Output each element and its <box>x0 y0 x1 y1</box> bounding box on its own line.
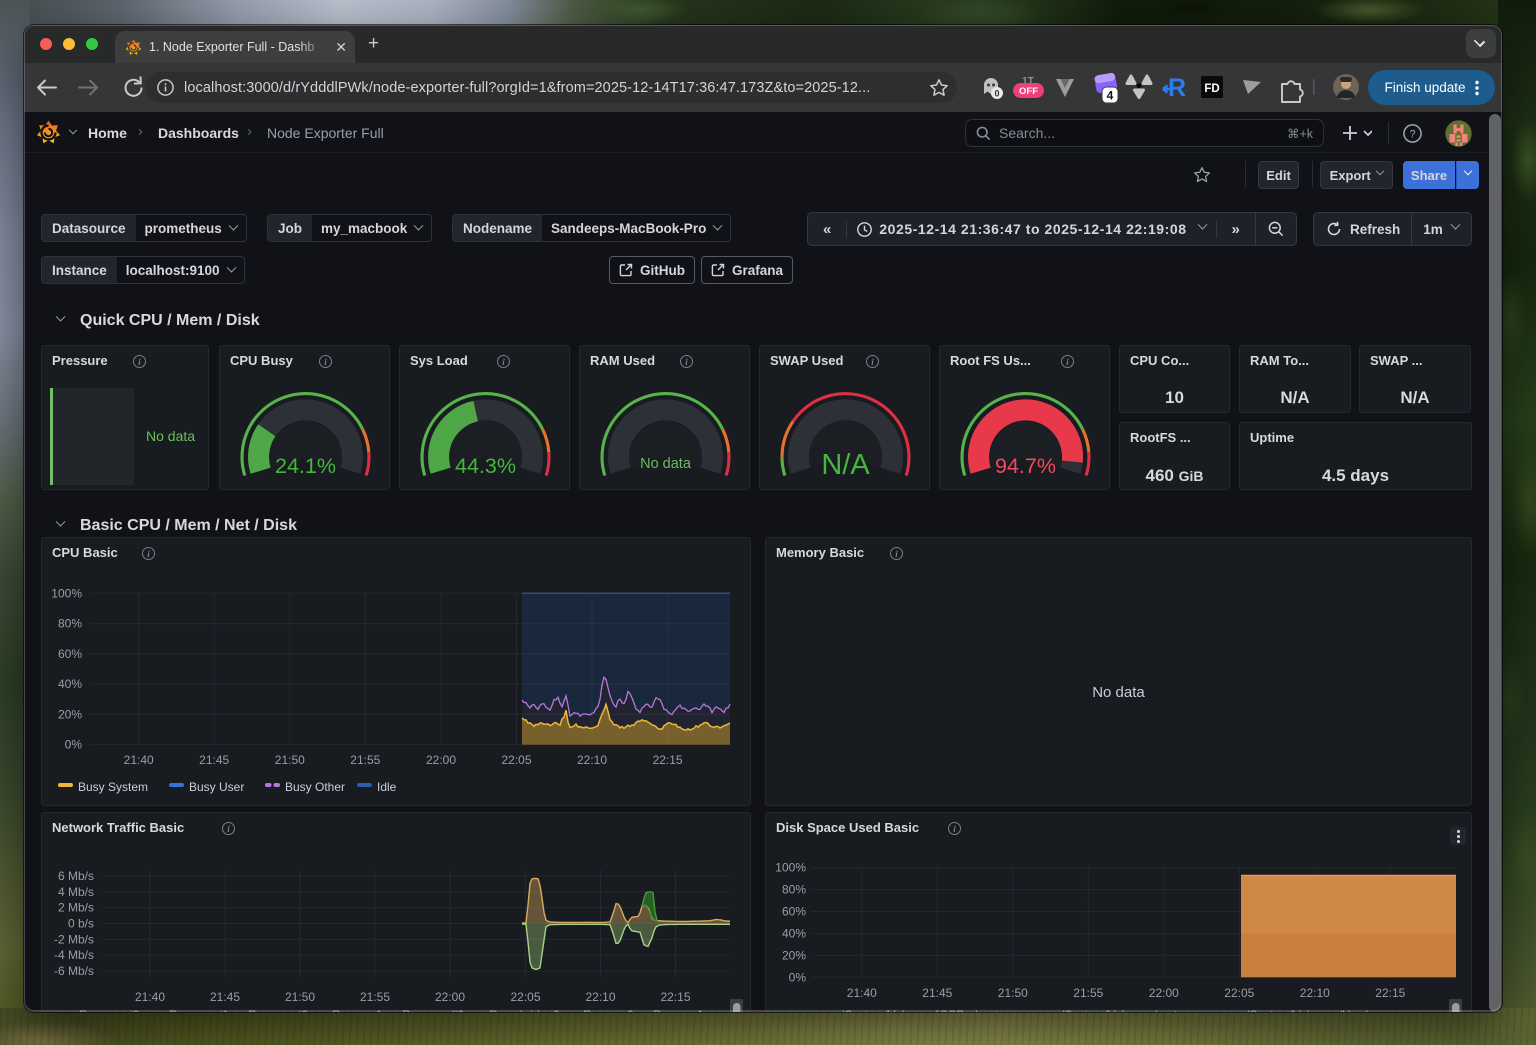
svg-text:94.7%: 94.7% <box>995 454 1056 478</box>
svg-text:R: R <box>1168 74 1186 102</box>
svg-text:22:05: 22:05 <box>510 990 540 1004</box>
svg-text:22:15: 22:15 <box>1375 986 1405 1000</box>
svg-text:FD: FD <box>1204 83 1219 95</box>
svg-text:Idle: Idle <box>377 780 397 794</box>
svg-text:Recv anpi2: Recv anpi2 <box>79 1008 139 1012</box>
svg-text:OFF: OFF <box>1019 86 1038 97</box>
svg-text:/System/Volumes/xarts: /System/Volumes/xarts <box>1061 1008 1183 1012</box>
svg-text:22:15: 22:15 <box>660 990 690 1004</box>
svg-text:80%: 80% <box>782 883 806 897</box>
svg-text:22:00: 22:00 <box>1149 986 1179 1000</box>
svg-text:24.1%: 24.1% <box>275 454 336 478</box>
svg-text:22:10: 22:10 <box>1300 986 1330 1000</box>
svg-text:Recv anpi1: Recv anpi1 <box>169 1008 229 1012</box>
svg-text:Recv awdl0: Recv awdl0 <box>402 1008 464 1012</box>
svg-text:22:05: 22:05 <box>1224 986 1254 1000</box>
svg-text:21:50: 21:50 <box>285 990 315 1004</box>
svg-text:0%: 0% <box>789 970 807 984</box>
svg-text:-2 Mb/s: -2 Mb/s <box>54 932 94 946</box>
svg-text:21:55: 21:55 <box>1073 986 1103 1000</box>
svg-text:21:40: 21:40 <box>135 990 165 1004</box>
svg-text:/System/Volumes/iSCPreboot: /System/Volumes/iSCPreboot <box>841 1008 999 1012</box>
svg-text:40%: 40% <box>782 927 806 941</box>
svg-text:21:45: 21:45 <box>199 753 229 767</box>
svg-text:22:05: 22:05 <box>501 753 531 767</box>
svg-text:-6 Mb/s: -6 Mb/s <box>54 964 94 978</box>
svg-text:40%: 40% <box>58 677 82 691</box>
svg-text:21:50: 21:50 <box>275 753 305 767</box>
svg-text:20%: 20% <box>782 948 806 962</box>
svg-text:Recv en1: Recv en1 <box>332 1008 383 1012</box>
svg-text:Recv bridge0: Recv bridge0 <box>489 1008 560 1012</box>
svg-text:Recv en2: Recv en2 <box>583 1008 634 1012</box>
svg-text:4: 4 <box>1107 89 1114 103</box>
svg-text:-4 Mb/s: -4 Mb/s <box>54 948 94 962</box>
svg-text:21:55: 21:55 <box>350 753 380 767</box>
svg-text:Recv anpi2: Recv anpi2 <box>248 1008 308 1012</box>
svg-text:2 Mb/s: 2 Mb/s <box>58 901 94 915</box>
svg-text:20%: 20% <box>58 707 82 721</box>
svg-text:0%: 0% <box>65 738 83 752</box>
svg-text:?: ? <box>1409 129 1415 141</box>
svg-text:21:45: 21:45 <box>922 986 952 1000</box>
svg-text:Busy System: Busy System <box>78 780 148 794</box>
svg-text:Recv en1: Recv en1 <box>653 1008 704 1012</box>
svg-text:60%: 60% <box>58 647 82 661</box>
svg-text:N/A: N/A <box>821 449 870 481</box>
svg-text:100%: 100% <box>51 586 82 600</box>
svg-text:22:10: 22:10 <box>577 753 607 767</box>
svg-text:Busy User: Busy User <box>189 780 244 794</box>
svg-text:22:00: 22:00 <box>435 990 465 1004</box>
svg-text:Busy Other: Busy Other <box>285 780 345 794</box>
svg-text:22:00: 22:00 <box>426 753 456 767</box>
svg-text:21:40: 21:40 <box>124 753 154 767</box>
svg-text:/System/Volumes/Hardware: /System/Volumes/Hardware <box>1246 1008 1394 1012</box>
svg-text:21:45: 21:45 <box>210 990 240 1004</box>
svg-text:60%: 60% <box>782 905 806 919</box>
svg-text:44.3%: 44.3% <box>455 454 516 478</box>
svg-text:100%: 100% <box>775 861 806 875</box>
svg-text:21:55: 21:55 <box>360 990 390 1004</box>
svg-text:22:10: 22:10 <box>585 990 615 1004</box>
svg-text:No data: No data <box>640 456 692 472</box>
svg-text:6 Mb/s: 6 Mb/s <box>58 869 94 883</box>
svg-text:80%: 80% <box>58 617 82 631</box>
svg-text:0: 0 <box>994 89 999 99</box>
svg-text:4 Mb/s: 4 Mb/s <box>58 885 94 899</box>
svg-text:0 b/s: 0 b/s <box>68 917 94 931</box>
svg-text:21:40: 21:40 <box>847 986 877 1000</box>
svg-text:22:15: 22:15 <box>653 753 683 767</box>
svg-text:21:50: 21:50 <box>998 986 1028 1000</box>
